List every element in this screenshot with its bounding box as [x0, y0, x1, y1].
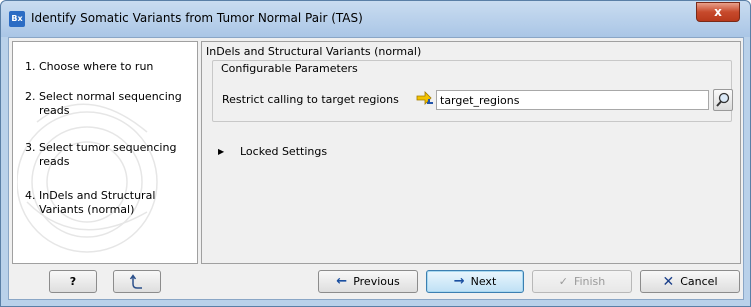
- previous-label: Previous: [353, 275, 400, 288]
- previous-button[interactable]: ← Previous: [318, 270, 418, 293]
- locked-settings-label: Locked Settings: [240, 145, 328, 158]
- reset-button[interactable]: [113, 270, 161, 293]
- step-4-label: InDels and Structural Variants (normal): [39, 189, 156, 216]
- step-1-label: Choose where to run: [39, 60, 154, 73]
- close-button[interactable]: x: [696, 2, 740, 22]
- reset-icon: [129, 273, 142, 289]
- app-icon: Bx: [9, 11, 25, 27]
- step-4: 4. InDels and Structural Variants (norma…: [25, 189, 195, 217]
- close-icon: x: [714, 5, 722, 19]
- next-label: Next: [470, 275, 497, 288]
- finish-button[interactable]: ✓ Finish: [532, 270, 632, 293]
- dialog-window: Bx Identify Somatic Variants from Tumor …: [0, 0, 751, 307]
- help-icon: ?: [69, 275, 77, 288]
- step-1: 1. Choose where to run: [25, 60, 195, 74]
- cancel-button[interactable]: ✕ Cancel: [640, 270, 740, 293]
- title-bar: Bx Identify Somatic Variants from Tumor …: [1, 1, 750, 37]
- step-2: 2. Select normal sequencing reads: [25, 90, 195, 118]
- browse-search-icon: [716, 92, 730, 107]
- cancel-label: Cancel: [680, 275, 718, 288]
- panel-title: InDels and Structural Variants (normal): [206, 45, 422, 58]
- dialog-body: 1. Choose where to run 2. Select normal …: [8, 37, 744, 300]
- settings-panel: InDels and Structural Variants (normal) …: [201, 41, 741, 264]
- locked-settings-toggle[interactable]: ▶ Locked Settings: [218, 145, 327, 158]
- track-element-icon: [416, 91, 433, 105]
- step-3-label: Select tumor sequencing reads: [39, 141, 177, 168]
- target-regions-label: Restrict calling to target regions: [222, 93, 399, 106]
- target-regions-input[interactable]: [436, 90, 709, 110]
- wizard-steps-panel: 1. Choose where to run 2. Select normal …: [12, 41, 198, 264]
- configurable-parameters-group: Configurable Parameters Restrict calling…: [212, 60, 733, 122]
- next-button[interactable]: → Next: [426, 270, 524, 293]
- step-3: 3. Select tumor sequencing reads: [25, 141, 195, 169]
- finish-label: Finish: [573, 275, 606, 288]
- window-title: Identify Somatic Variants from Tumor Nor…: [31, 11, 363, 25]
- browse-button[interactable]: [713, 89, 733, 111]
- cancel-x-icon: ✕: [662, 273, 675, 290]
- step-2-label: Select normal sequencing reads: [39, 90, 182, 117]
- group-title: Configurable Parameters: [221, 62, 358, 75]
- help-button[interactable]: ?: [49, 270, 97, 293]
- arrow-right-icon: →: [453, 274, 465, 289]
- checkmark-icon: ✓: [558, 275, 568, 288]
- arrow-left-icon: ←: [336, 274, 348, 289]
- expand-triangle-icon: ▶: [218, 147, 225, 156]
